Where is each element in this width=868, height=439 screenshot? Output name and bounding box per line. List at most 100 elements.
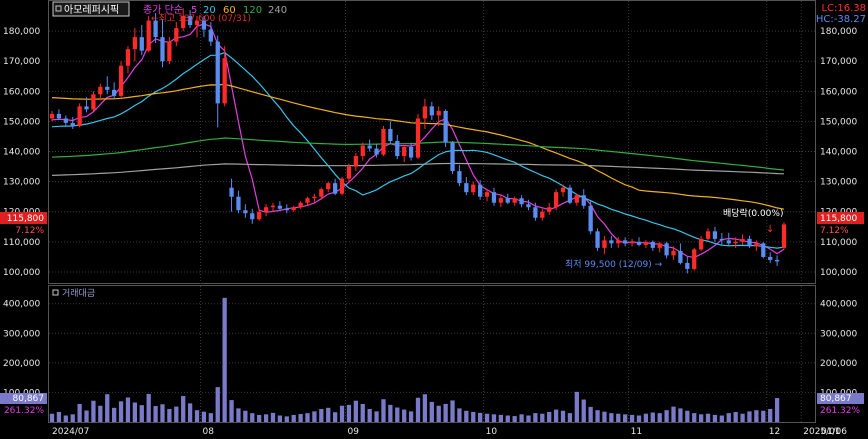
high-annotation: ←최고 187,600 (07/31) (151, 13, 251, 24)
volume-bar (339, 405, 345, 422)
date-axis: 2024/07 08 09 10 11 12 2025/0101/06 (52, 427, 847, 437)
candle-body (305, 198, 310, 203)
date-tick: 11 (631, 427, 642, 437)
volume-bar (160, 404, 165, 422)
volume-bar (374, 411, 379, 422)
volume-bar (436, 405, 441, 422)
grid-lines (49, 1, 815, 422)
candle-body (360, 145, 365, 157)
volume-title-marker (52, 289, 59, 296)
candle-body (367, 145, 372, 149)
volume-bar (457, 408, 462, 422)
price-tick-left: 110,000 (3, 238, 40, 248)
left-volume-pct: 261.32% (4, 406, 44, 416)
volume-bar (616, 413, 621, 422)
volume-bar (519, 414, 524, 422)
volume-bar (664, 410, 669, 422)
candle-body (443, 110, 448, 143)
candle-body (574, 195, 579, 203)
ex-dividend-arrow: ↓ (766, 224, 774, 235)
candle-body (553, 192, 559, 208)
volume-bar (609, 413, 614, 422)
volume-bar (692, 413, 697, 422)
date-tick: 2024/07 (52, 427, 89, 437)
volume-bar (429, 401, 434, 422)
candle-body (657, 243, 662, 248)
candle-body (353, 156, 358, 167)
candle-body (319, 189, 324, 197)
volume-bar (291, 414, 296, 422)
candle-body (588, 205, 593, 232)
candle-body (436, 110, 441, 116)
volume-bar (595, 410, 600, 422)
volume-bar (263, 414, 269, 422)
volume-bar (533, 413, 538, 422)
candle-body (332, 183, 338, 194)
volume-bar (733, 411, 738, 422)
volume-bar (643, 413, 649, 422)
volume-bar (526, 415, 531, 422)
volume-bar (422, 394, 428, 422)
candle-body (650, 241, 655, 248)
right-volume-label: 80,867 (820, 394, 852, 404)
left-price-label: 115,800 (7, 214, 44, 224)
volume-bar (153, 406, 158, 422)
volume-bar (567, 413, 573, 422)
candle-body (450, 142, 455, 172)
candle-body (781, 224, 787, 248)
right-change-label: 7.12% (820, 226, 849, 236)
candle-body (560, 187, 566, 193)
volume-bar (284, 416, 289, 422)
candle-body (215, 41, 220, 104)
candle-body (774, 259, 780, 262)
volume-bar (540, 413, 545, 422)
volume-bar (657, 413, 662, 422)
right-price-label: 115,800 (820, 214, 857, 224)
candle-body (602, 240, 607, 248)
volume-bar (112, 407, 117, 422)
candle-body (581, 195, 586, 206)
candle-body (291, 207, 296, 211)
price-tick-left: 100,000 (3, 268, 40, 278)
volume-bar (332, 412, 338, 422)
candle-body (146, 20, 151, 51)
candle-body (381, 128, 386, 155)
candle-body (77, 106, 82, 126)
volume-bar (250, 413, 255, 422)
volume-bar (478, 412, 483, 422)
candle-body (250, 213, 255, 220)
volume-bar (602, 411, 607, 422)
volume-tick-left: 300,000 (3, 329, 40, 339)
volume-bar (229, 400, 234, 422)
candle-body (692, 249, 697, 269)
price-tick-left: 170,000 (3, 57, 40, 67)
volume-bar (705, 413, 711, 422)
volume-bar (450, 400, 455, 422)
candle-body (484, 192, 490, 197)
volume-bar (63, 415, 68, 422)
volume-bar (698, 414, 704, 422)
volume-bar (754, 410, 759, 422)
volume-bar (629, 414, 635, 422)
volume-bar (270, 412, 276, 422)
volume-bar (139, 405, 144, 422)
price-tick-right: 110,000 (820, 238, 857, 248)
volume-bar (222, 297, 227, 422)
date-tick: 12 (769, 427, 780, 437)
candle-body (422, 106, 428, 119)
candle-body (395, 140, 400, 157)
volume-bar (505, 415, 510, 422)
volume-bar (105, 394, 110, 422)
volume-bar (726, 413, 731, 422)
candle-body (91, 94, 96, 110)
left-change-label: 7.12% (15, 226, 44, 236)
volume-bar (215, 387, 220, 422)
candle-body (49, 113, 55, 119)
volume-bar (768, 408, 773, 422)
price-chart[interactable]: 100,000100,000110,000110,000120,000120,0… (0, 0, 868, 439)
volume-bar (312, 411, 317, 422)
candle-body (98, 86, 103, 95)
volume-bar (623, 414, 628, 422)
candle-body (229, 187, 234, 197)
candle-body (84, 106, 89, 110)
